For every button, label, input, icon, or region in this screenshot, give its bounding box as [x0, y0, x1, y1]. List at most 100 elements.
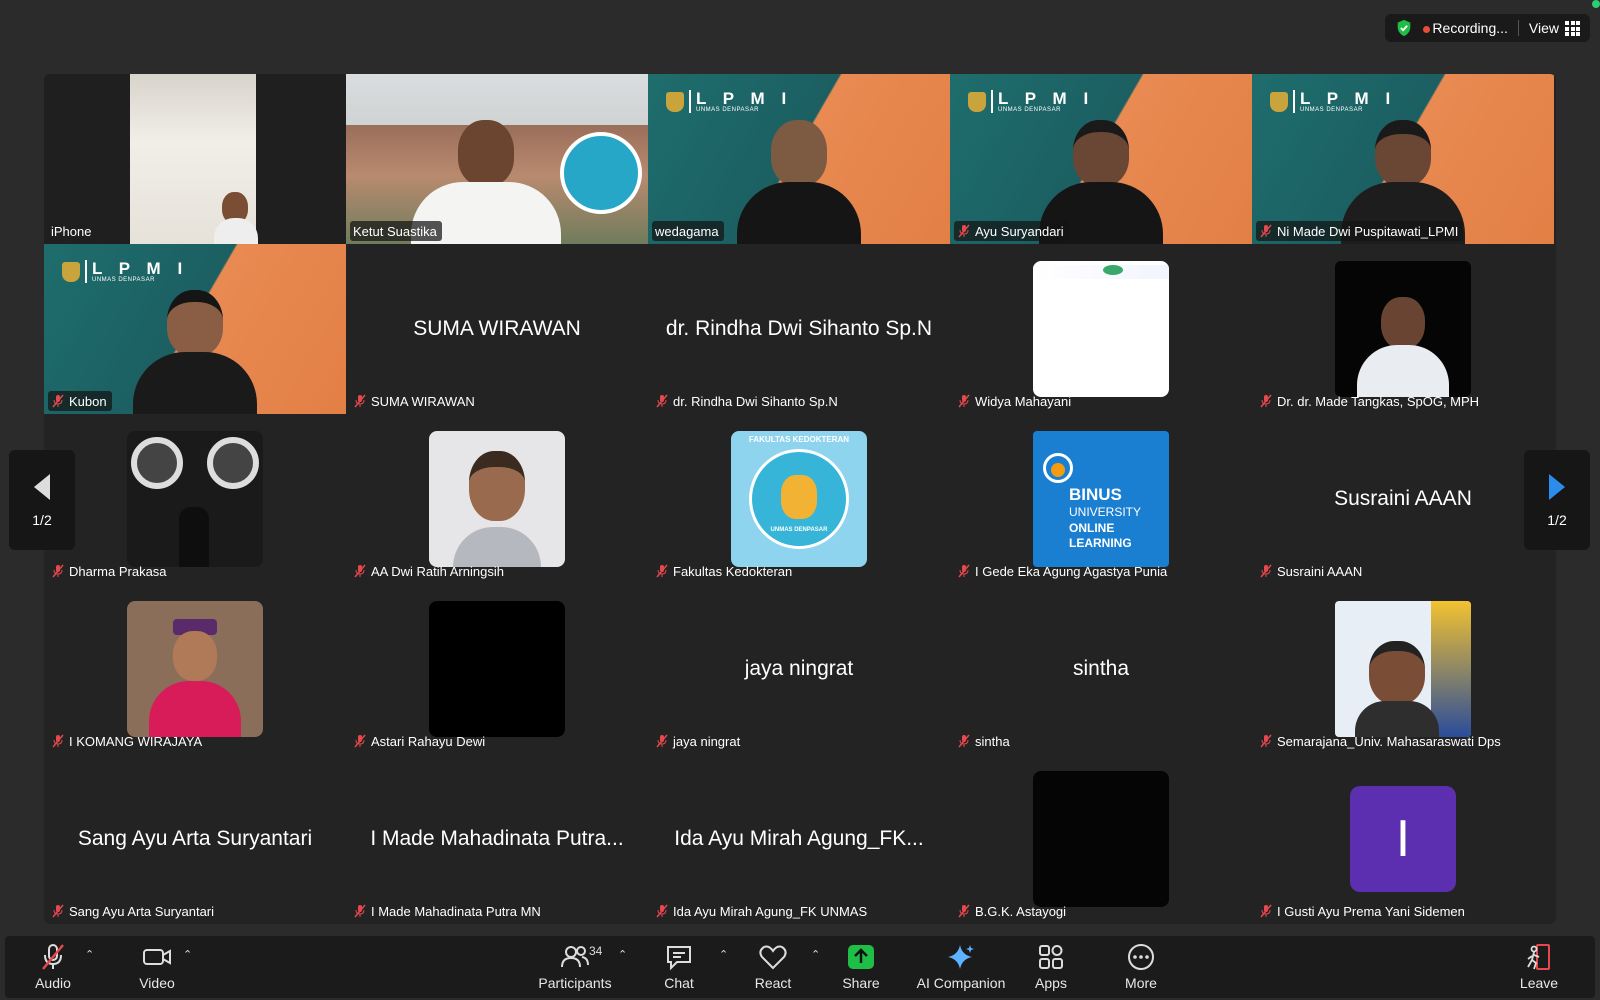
photo-coat: [1357, 345, 1449, 397]
leave-door-icon: [1527, 944, 1550, 970]
react-button[interactable]: React: [745, 936, 801, 998]
muted-mic-icon: [52, 564, 64, 578]
share-button[interactable]: Share: [833, 936, 889, 998]
arrow-left-icon: [34, 474, 50, 500]
participant-tile[interactable]: Dharma Prakasa: [44, 414, 346, 584]
participant-tile[interactable]: I I Gusti Ayu Prema Yani Sidemen: [1252, 754, 1554, 924]
active-speaker-tile[interactable]: L P M I UNMAS DENPASAR wedagama: [648, 74, 950, 244]
photo-shirt: [149, 681, 241, 737]
participant-tile[interactable]: B.G.K. Astayogi: [950, 754, 1252, 924]
photo-face: [469, 451, 525, 521]
seal-ring-text: FAKULTAS KEDOKTERAN: [748, 435, 850, 444]
crest-icon: [968, 91, 986, 112]
muted-mic-icon: [656, 394, 668, 408]
participant-tile[interactable]: L P M I UNMAS DENPASAR Ni Made Dwi Puspit…: [1252, 74, 1554, 244]
audio-options-chevron-icon[interactable]: ⌃: [85, 948, 94, 961]
video-options-chevron-icon[interactable]: ⌃: [183, 948, 192, 961]
participant-tile[interactable]: I Made Mahadinata Putra... I Made Mahadi…: [346, 754, 648, 924]
recording-indicator[interactable]: Recording...: [1423, 20, 1508, 36]
photo-face: [173, 631, 217, 681]
muted-mic-icon: [958, 564, 970, 578]
perdami-logo-icon: [1103, 265, 1123, 275]
muted-mic-icon: [354, 904, 366, 918]
participant-tile[interactable]: dr. Rindha Dwi Sihanto Sp.N dr. Rindha D…: [648, 244, 950, 414]
participant-name-label: jaya ningrat: [652, 731, 745, 751]
muted-mic-icon: [1260, 224, 1272, 238]
participant-name-label: Ayu Suryandari: [954, 221, 1069, 241]
video-camera-icon: [143, 949, 171, 965]
participant-display-name: I Made Mahadinata Putra...: [370, 827, 624, 850]
muted-mic-icon: [958, 394, 970, 408]
participant-tile[interactable]: I KOMANG WIRAJAYA: [44, 584, 346, 754]
chat-button[interactable]: Chat: [651, 936, 707, 998]
video-button[interactable]: Video: [129, 936, 185, 998]
page-indicator: 1/2: [32, 512, 52, 528]
participant-name: Semarajana_Univ. Mahasaraswati Dps: [1277, 733, 1501, 749]
lamp-shape: [131, 437, 183, 489]
participant-tile[interactable]: Widya Mahayani: [950, 244, 1252, 414]
photo-face: [1369, 641, 1425, 705]
participant-name: Ni Made Dwi Puspitawati_LPMI: [1277, 223, 1459, 239]
view-label: View: [1528, 19, 1559, 36]
next-page-button[interactable]: 1/2: [1524, 450, 1590, 550]
participant-name-label: Susraini AAAN: [1256, 561, 1367, 581]
more-label: More: [1125, 975, 1157, 991]
apps-button[interactable]: Apps: [1023, 936, 1079, 998]
participant-tile[interactable]: SUMA WIRAWAN SUMA WIRAWAN: [346, 244, 648, 414]
react-options-chevron-icon[interactable]: ⌃: [811, 948, 820, 961]
participant-name-label: Kubon: [48, 391, 112, 411]
react-label: React: [754, 975, 792, 991]
audio-button[interactable]: Audio: [25, 936, 81, 998]
previous-page-button[interactable]: 1/2: [9, 450, 75, 550]
view-button[interactable]: View: [1529, 20, 1580, 37]
participant-tile[interactable]: Dr. dr. Made Tangkas, SpOG, MPH: [1252, 244, 1554, 414]
lpmi-title: L P M I: [998, 89, 1095, 108]
participant-tile[interactable]: jaya ningrat jaya ningrat: [648, 584, 950, 754]
muted-mic-icon: [1260, 394, 1272, 408]
binus-text: UNIVERSITY: [1069, 505, 1142, 519]
participant-tile[interactable]: iPhone: [44, 74, 346, 244]
participant-name: I Made Mahadinata Putra MN: [371, 903, 541, 919]
participant-tile[interactable]: Ida Ayu Mirah Agung_FK... Ida Ayu Mirah …: [648, 754, 950, 924]
participant-tile[interactable]: Semarajana_Univ. Mahasaraswati Dps: [1252, 584, 1554, 754]
participant-name: Ayu Suryandari: [975, 223, 1064, 239]
ai-companion-button[interactable]: AI Companion: [911, 936, 1011, 998]
encryption-shield-icon[interactable]: [1395, 19, 1413, 37]
participant-tile[interactable]: L P M I UNMAS DENPASAR Kubon: [44, 244, 346, 414]
profile-picture: BINUS UNIVERSITY ONLINE LEARNING: [1033, 431, 1169, 567]
participant-tile[interactable]: sintha sintha: [950, 584, 1252, 754]
muted-mic-icon: [354, 734, 366, 748]
participant-name-label: Fakultas Kedokteran: [652, 561, 797, 581]
participants-options-chevron-icon[interactable]: ⌃: [618, 948, 627, 961]
participant-tile[interactable]: Ketut Suastika: [346, 74, 648, 244]
participants-button[interactable]: Participants: [525, 936, 625, 998]
participant-tile[interactable]: Astari Rahayu Dewi: [346, 584, 648, 754]
binus-dot-icon: [1051, 463, 1065, 477]
participant-name: AA Dwi Ratih Arningsih: [371, 563, 504, 579]
participant-display-name: dr. Rindha Dwi Sihanto Sp.N: [665, 317, 933, 340]
video-person: [133, 290, 257, 414]
participant-tile[interactable]: FAKULTAS KEDOKTERAN UNMAS DENPASAR Fakul…: [648, 414, 950, 584]
chat-label: Chat: [664, 975, 694, 991]
participant-tile[interactable]: L P M I UNMAS DENPASAR Ayu Suryandari: [950, 74, 1252, 244]
participants-label: Participants: [538, 975, 612, 991]
participant-tile[interactable]: Susraini AAAN Susraini AAAN: [1252, 414, 1554, 584]
participant-tile[interactable]: BINUS UNIVERSITY ONLINE LEARNING I Gede …: [950, 414, 1252, 584]
participant-name: wedagama: [655, 223, 719, 239]
chat-options-chevron-icon[interactable]: ⌃: [719, 948, 728, 961]
participant-name-label: wedagama: [652, 221, 724, 241]
faculty-logo-icon: [560, 132, 642, 214]
crest-icon: [666, 91, 684, 112]
participant-name-label: iPhone: [48, 221, 96, 241]
grid-view-icon: [1565, 21, 1580, 37]
slide-header: [1033, 265, 1169, 279]
lpmi-title: L P M I: [696, 89, 793, 108]
participant-tile[interactable]: Sang Ayu Arta Suryantari Sang Ayu Arta S…: [44, 754, 346, 924]
participant-name: I Gede Eka Agung Agastya Punia: [975, 563, 1168, 579]
participants-icon: [561, 946, 589, 968]
participant-name: Ketut Suastika: [353, 223, 437, 239]
participant-tile[interactable]: AA Dwi Ratih Arningsih: [346, 414, 648, 584]
arrow-right-icon: [1549, 474, 1565, 500]
more-button[interactable]: More: [1113, 936, 1169, 998]
leave-button[interactable]: Leave: [1511, 936, 1567, 998]
